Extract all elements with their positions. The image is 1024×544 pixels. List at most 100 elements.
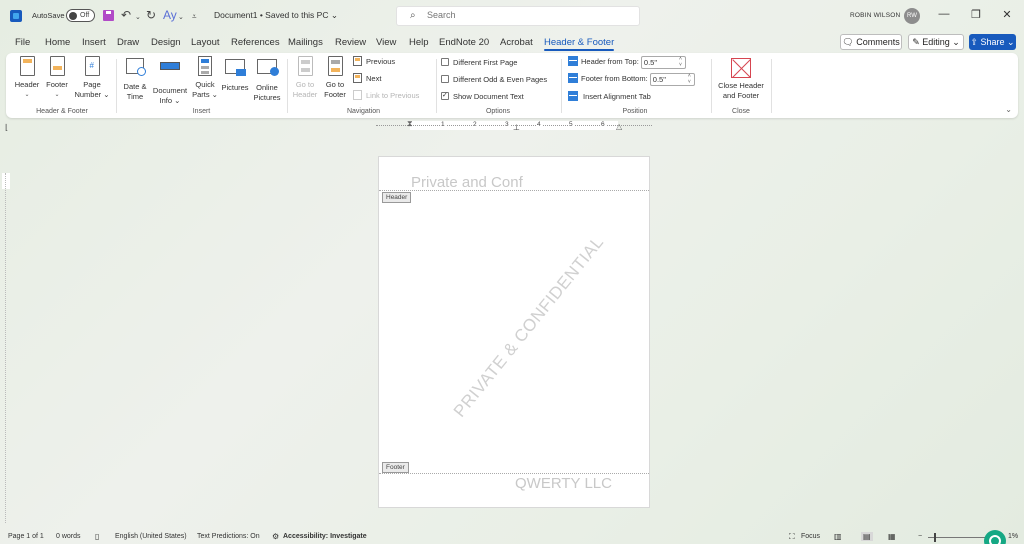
go-to-footer-icon	[325, 56, 345, 78]
minimize-button[interactable]: —	[936, 8, 952, 20]
editing-mode-button[interactable]: ✎ Editing ⌄	[908, 34, 964, 50]
previous-button[interactable]: Previous	[353, 56, 395, 68]
document-title[interactable]: Document1 • Saved to this PC ⌄	[214, 10, 338, 21]
word-count[interactable]: 0 words	[56, 533, 81, 540]
user-name[interactable]: ROBIN WILSON	[850, 12, 900, 19]
tab-review[interactable]: Review	[335, 37, 366, 48]
undo-dropdown-icon[interactable]: ⌄	[135, 11, 141, 25]
accessibility-status[interactable]: Accessibility: Investigate	[283, 533, 367, 540]
page-count[interactable]: Page 1 of 1	[8, 533, 44, 540]
quick-parts-button[interactable]: Quick Parts ⌄	[190, 56, 220, 100]
redo-icon[interactable]: ↻	[146, 8, 156, 22]
zoom-level[interactable]: 1%	[1008, 533, 1018, 540]
save-icon[interactable]	[103, 10, 114, 21]
close-header-footer-button[interactable]: Close Header and Footer	[714, 58, 768, 101]
focus-icon: ⛶	[789, 532, 795, 541]
focus-button[interactable]: Focus	[801, 533, 820, 540]
next-button[interactable]: Next	[353, 73, 381, 85]
close-window-button[interactable]: ✕	[999, 8, 1015, 21]
link-to-previous-button[interactable]: Link to Previous	[353, 90, 419, 102]
insert-alignment-tab-button[interactable]: Insert Alignment Tab	[568, 90, 651, 104]
online-pictures-button[interactable]: Online Pictures	[251, 56, 283, 103]
tab-file[interactable]: File	[15, 37, 30, 48]
indent-marker-icon[interactable]: ⧗	[407, 119, 413, 129]
undo-icon[interactable]: ↶	[121, 8, 131, 22]
go-to-header-icon	[295, 56, 315, 78]
checkbox[interactable]	[441, 58, 449, 66]
pictures-label: Pictures	[221, 83, 249, 92]
tab-header-footer[interactable]: Header & Footer	[544, 37, 615, 51]
tab-references[interactable]: References	[231, 37, 280, 48]
format-dropdown-icon[interactable]: ⌄	[178, 11, 184, 25]
center-tab-icon[interactable]: ⊥	[513, 123, 520, 132]
tab-selector-icon[interactable]: ⌊	[5, 123, 8, 132]
search-input[interactable]	[427, 10, 627, 20]
restore-button[interactable]: ❐	[968, 8, 984, 21]
autosave-toggle[interactable]: Off	[66, 9, 95, 22]
page-number-button[interactable]: # Page Number ⌄	[72, 56, 112, 100]
format-painter-icon[interactable]: Ay	[163, 8, 177, 22]
header-from-top-input[interactable]: 0.5" ˄ ˅	[640, 55, 686, 69]
tab-draw[interactable]: Draw	[117, 37, 139, 48]
different-odd-even-checkbox[interactable]: Different Odd & Even Pages	[441, 74, 547, 86]
tab-home[interactable]: Home	[45, 37, 70, 48]
spinner-arrows-icon[interactable]: ˄ ˅	[679, 56, 682, 68]
tab-insert[interactable]: Insert	[82, 37, 106, 48]
show-document-text-checkbox[interactable]: Show Document Text	[441, 90, 524, 103]
spinner-arrows-icon[interactable]: ˄ ˅	[688, 73, 691, 85]
group-label-position: Position	[622, 108, 648, 115]
footer-boundary	[379, 473, 649, 474]
horizontal-ruler[interactable]: 1 2 3 4 5 6 ⧗ ⊥ △	[376, 119, 652, 132]
print-layout-icon[interactable]: ▤	[861, 532, 873, 541]
close-header-footer-label-2: and Footer	[722, 91, 760, 100]
go-to-header-button[interactable]: Go to Header	[291, 56, 319, 100]
footer-icon	[47, 56, 67, 78]
read-mode-icon[interactable]: ▥	[834, 532, 842, 541]
different-first-page-label: Different First Page	[453, 58, 518, 67]
tab-help[interactable]: Help	[409, 37, 429, 48]
checkbox-checked[interactable]	[441, 90, 449, 102]
header-text[interactable]: Private and Conf	[411, 174, 523, 191]
date-time-button[interactable]: Date & Time	[120, 56, 150, 102]
share-button[interactable]: ⇪ Share ⌄	[969, 34, 1016, 50]
tab-mailings[interactable]: Mailings	[288, 37, 323, 48]
search-box[interactable]: ⌕	[396, 6, 640, 26]
avatar[interactable]: RW	[904, 8, 920, 24]
footer-button[interactable]: Footer ⌄	[42, 56, 72, 100]
different-odd-even-label: Different Odd & Even Pages	[453, 75, 548, 84]
go-to-footer-button[interactable]: Go to Footer	[320, 56, 350, 100]
right-indent-marker-icon[interactable]: △	[616, 122, 622, 131]
vertical-ruler[interactable]	[5, 173, 13, 523]
different-first-page-checkbox[interactable]: Different First Page	[441, 57, 517, 69]
proofing-book-icon[interactable]: ▯	[95, 532, 99, 541]
autosave-label: AutoSave	[32, 11, 65, 20]
zoom-slider-thumb[interactable]	[934, 533, 936, 542]
customize-quick-access-icon[interactable]: ⩡	[192, 10, 197, 24]
footer-from-bottom-input[interactable]: 0.5" ˄ ˅	[649, 72, 695, 86]
tab-endnote[interactable]: EndNote 20	[439, 37, 489, 48]
language[interactable]: English (United States)	[115, 533, 187, 540]
pictures-button[interactable]: Pictures	[220, 56, 250, 93]
tab-layout[interactable]: Layout	[191, 37, 220, 48]
footer-text[interactable]: QWERTY LLC	[515, 475, 612, 492]
checkbox[interactable]	[441, 75, 449, 83]
collapse-ribbon-icon[interactable]: ⌄	[1005, 105, 1012, 114]
tab-view[interactable]: View	[376, 37, 396, 48]
comments-button[interactable]: 🗨 Comments	[840, 34, 902, 50]
header-position-icon	[568, 56, 578, 66]
zoom-slider[interactable]	[928, 537, 988, 538]
header-button[interactable]: Header ⌄	[12, 56, 42, 100]
document-info-button[interactable]: Document Info ⌄	[150, 56, 190, 106]
zoom-out-button[interactable]: −	[918, 533, 922, 540]
go-to-header-label-2: Header	[292, 90, 318, 99]
tab-design[interactable]: Design	[151, 37, 181, 48]
show-document-text-label: Show Document Text	[453, 92, 524, 101]
footer-from-bottom-control: Footer from Bottom: 0.5" ˄ ˅	[568, 72, 695, 86]
web-layout-icon[interactable]: ▦	[888, 532, 896, 541]
header-label: Header	[14, 80, 40, 89]
footer-label: Footer	[46, 80, 68, 89]
text-predictions[interactable]: Text Predictions: On	[197, 533, 260, 540]
document-page[interactable]: Private and Conf Header PRIVATE & CONFID…	[378, 156, 650, 508]
chevron-down-icon: ⌄	[54, 92, 60, 98]
tab-acrobat[interactable]: Acrobat	[500, 37, 533, 48]
